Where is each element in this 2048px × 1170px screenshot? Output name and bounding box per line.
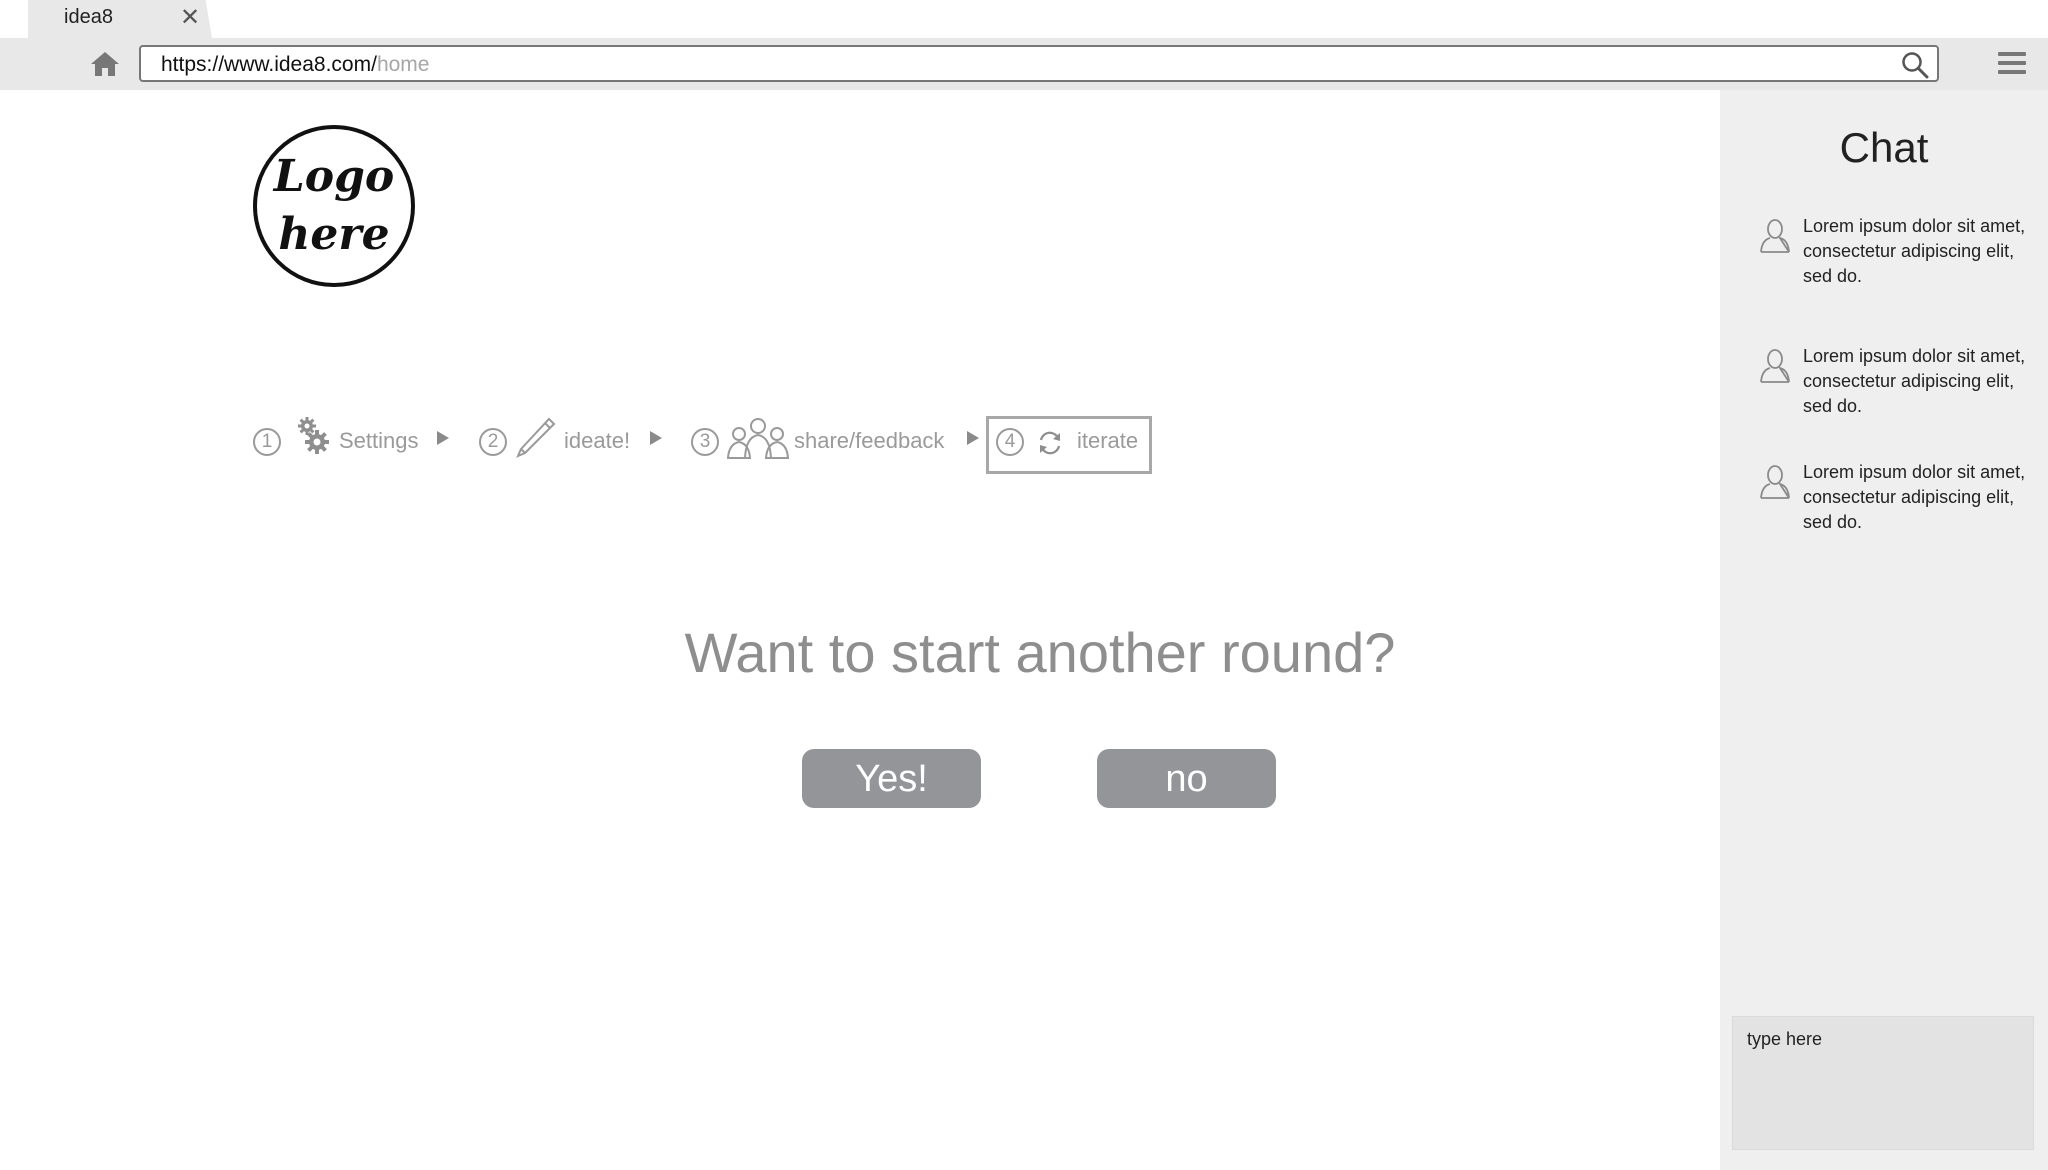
round-question: Want to start another round?	[684, 621, 1396, 684]
step-2-label[interactable]: ideate!	[564, 428, 630, 454]
no-button[interactable]: no	[1097, 749, 1276, 808]
refresh-icon	[1039, 431, 1061, 455]
address-bar[interactable]: https://www.idea8.com/home	[139, 45, 1939, 82]
search-icon[interactable]	[1901, 51, 1929, 79]
step-progress: 1 Settings 2 ideate! 3 share/feedback 4 …	[253, 410, 1153, 474]
tab-bar: idea8 ✕	[0, 0, 2048, 38]
step-3-number: 3	[691, 428, 719, 456]
tab-strip-spacer	[0, 0, 28, 38]
close-icon[interactable]: ✕	[178, 6, 202, 30]
step-4-label[interactable]: iterate	[1077, 428, 1138, 454]
logo-line-1: Logo	[273, 151, 395, 202]
tab-title[interactable]: idea8	[64, 6, 113, 29]
browser-toolbar: https://www.idea8.com/home	[0, 38, 2048, 90]
chat-message-text: Lorem ipsum dolor sit amet, consectetur …	[1803, 346, 2026, 416]
menu-line	[1998, 52, 2026, 56]
step-4-number: 4	[996, 428, 1024, 456]
step-arrow-icon	[437, 431, 449, 445]
home-icon[interactable]	[90, 51, 120, 77]
chat-title: Chat	[1839, 124, 1929, 171]
logo-line-2: here	[278, 209, 390, 260]
yes-button[interactable]: Yes!	[802, 749, 981, 808]
chat-message-text: Lorem ipsum dolor sit amet, consectetur …	[1803, 462, 2026, 532]
menu-line	[1998, 61, 2026, 65]
step-1-number: 1	[253, 428, 281, 456]
gears-icon	[298, 417, 329, 454]
chat-input[interactable]	[1732, 1016, 2034, 1150]
menu-line	[1998, 70, 2026, 74]
people-icon	[727, 418, 789, 459]
pencil-icon	[516, 417, 556, 458]
step-arrow-icon	[650, 431, 662, 445]
hamburger-menu-icon[interactable]	[1998, 52, 2026, 76]
url-path: home	[376, 53, 430, 76]
chat-panel: Chat Lorem ipsum dolor sit amet, consect…	[1720, 90, 2048, 1170]
user-icon	[1760, 465, 1790, 499]
user-icon	[1760, 219, 1790, 253]
user-icon	[1760, 349, 1790, 383]
chat-message-text: Lorem ipsum dolor sit amet, consectetur …	[1803, 216, 2026, 286]
step-3-label[interactable]: share/feedback	[794, 428, 944, 454]
url-base: https://www.idea8.com/	[161, 53, 377, 76]
step-arrow-icon	[967, 431, 979, 445]
step-2-number: 2	[479, 428, 507, 456]
url-text[interactable]: https://www.idea8.com/home	[161, 53, 429, 77]
step-1-label[interactable]: Settings	[339, 428, 419, 454]
logo: Logo here	[253, 125, 415, 287]
